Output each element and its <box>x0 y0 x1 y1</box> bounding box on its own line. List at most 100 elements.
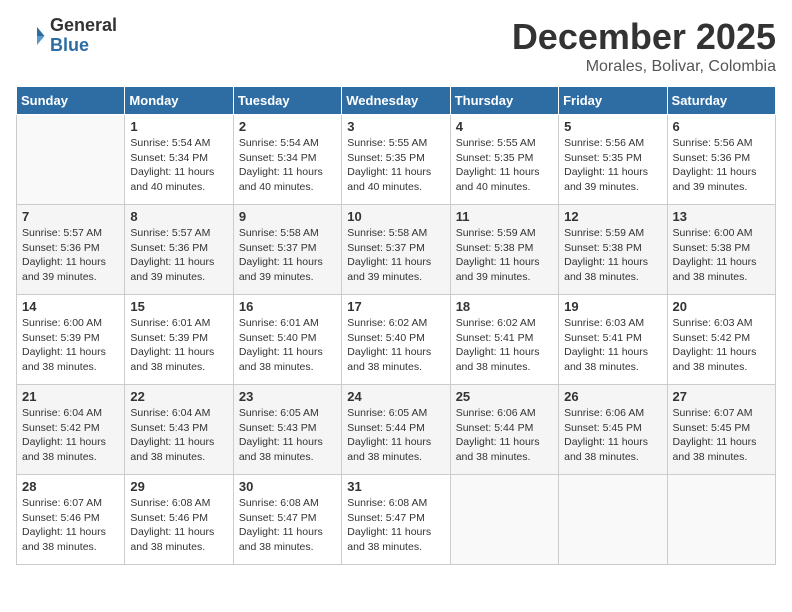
calendar-cell: 3Sunrise: 5:55 AM Sunset: 5:35 PM Daylig… <box>342 115 450 205</box>
calendar-cell <box>667 475 775 565</box>
weekday-header: Monday <box>125 87 233 115</box>
calendar-cell: 4Sunrise: 5:55 AM Sunset: 5:35 PM Daylig… <box>450 115 558 205</box>
day-info: Sunrise: 5:58 AM Sunset: 5:37 PM Dayligh… <box>239 226 336 285</box>
calendar-cell: 10 Sunrise: 5:58 AM Sunset: 5:37 PM Dayli… <box>342 205 450 295</box>
logo-blue-label: Blue <box>50 36 117 56</box>
calendar-cell: 1 Sunrise: 5:54 AM Sunset: 5:34 PM Daylig… <box>125 115 233 205</box>
calendar-body: 1 Sunrise: 5:54 AM Sunset: 5:34 PM Daylig… <box>17 115 776 565</box>
day-info: Sunrise: 6:07 AM Sunset: 5:46 PM Dayligh… <box>22 496 119 555</box>
calendar-week: 21 Sunrise: 6:04 AM Sunset: 5:42 PM Dayli… <box>17 385 776 475</box>
calendar-cell: 5Sunrise: 5:56 AM Sunset: 5:35 PM Daylig… <box>559 115 667 205</box>
day-number: 2 <box>239 119 336 134</box>
day-number: 27 <box>673 389 770 404</box>
day-info: Sunrise: 6:07 AM Sunset: 5:45 PM Dayligh… <box>673 406 770 465</box>
header: General Blue December 2025 Morales, Boli… <box>16 16 776 76</box>
calendar-cell: 15 Sunrise: 6:01 AM Sunset: 5:39 PM Dayli… <box>125 295 233 385</box>
day-number: 30 <box>239 479 336 494</box>
day-number: 5 <box>564 119 661 134</box>
day-info: Sunrise: 6:03 AM Sunset: 5:42 PM Dayligh… <box>673 316 770 375</box>
calendar-cell: 9 Sunrise: 5:58 AM Sunset: 5:37 PM Daylig… <box>233 205 341 295</box>
calendar-header: SundayMondayTuesdayWednesdayThursdayFrid… <box>17 87 776 115</box>
day-number: 12 <box>564 209 661 224</box>
calendar: SundayMondayTuesdayWednesdayThursdayFrid… <box>16 86 776 565</box>
day-number: 21 <box>22 389 119 404</box>
day-info: Sunrise: 5:58 AM Sunset: 5:37 PM Dayligh… <box>347 226 444 285</box>
title-area: December 2025 Morales, Bolivar, Colombia <box>512 16 776 76</box>
day-info: Sunrise: 6:08 AM Sunset: 5:46 PM Dayligh… <box>130 496 227 555</box>
day-info: Sunrise: 6:00 AM Sunset: 5:38 PM Dayligh… <box>673 226 770 285</box>
day-number: 8 <box>130 209 227 224</box>
calendar-cell <box>17 115 125 205</box>
logo-text: General Blue <box>50 16 117 56</box>
day-number: 18 <box>456 299 553 314</box>
calendar-cell: 18 Sunrise: 6:02 AM Sunset: 5:41 PM Dayli… <box>450 295 558 385</box>
day-number: 29 <box>130 479 227 494</box>
day-number: 19 <box>564 299 661 314</box>
day-info: Sunrise: 6:04 AM Sunset: 5:43 PM Dayligh… <box>130 406 227 465</box>
day-number: 31 <box>347 479 444 494</box>
calendar-cell: 25Sunrise: 6:06 AM Sunset: 5:44 PM Dayli… <box>450 385 558 475</box>
day-number: 23 <box>239 389 336 404</box>
day-number: 1 <box>130 119 227 134</box>
day-info: Sunrise: 5:54 AM Sunset: 5:34 PM Dayligh… <box>130 136 227 195</box>
calendar-cell: 13 Sunrise: 6:00 AM Sunset: 5:38 PM Dayli… <box>667 205 775 295</box>
day-info: Sunrise: 5:59 AM Sunset: 5:38 PM Dayligh… <box>456 226 553 285</box>
calendar-cell: 26 Sunrise: 6:06 AM Sunset: 5:45 PM Dayli… <box>559 385 667 475</box>
calendar-cell: 27 Sunrise: 6:07 AM Sunset: 5:45 PM Dayli… <box>667 385 775 475</box>
day-number: 22 <box>130 389 227 404</box>
calendar-cell: 28 Sunrise: 6:07 AM Sunset: 5:46 PM Dayli… <box>17 475 125 565</box>
weekday-header: Saturday <box>667 87 775 115</box>
calendar-cell: 20 Sunrise: 6:03 AM Sunset: 5:42 PM Dayli… <box>667 295 775 385</box>
day-info: Sunrise: 6:06 AM Sunset: 5:44 PM Dayligh… <box>456 406 553 465</box>
day-info: Sunrise: 6:01 AM Sunset: 5:40 PM Dayligh… <box>239 316 336 375</box>
day-number: 28 <box>22 479 119 494</box>
calendar-cell: 11 Sunrise: 5:59 AM Sunset: 5:38 PM Dayli… <box>450 205 558 295</box>
day-info: Sunrise: 5:57 AM Sunset: 5:36 PM Dayligh… <box>130 226 227 285</box>
day-number: 26 <box>564 389 661 404</box>
location: Morales, Bolivar, Colombia <box>512 58 776 76</box>
logo-general-label: General <box>50 16 117 36</box>
day-number: 6 <box>673 119 770 134</box>
calendar-week: 7Sunrise: 5:57 AM Sunset: 5:36 PM Daylig… <box>17 205 776 295</box>
day-number: 4 <box>456 119 553 134</box>
calendar-cell: 6 Sunrise: 5:56 AM Sunset: 5:36 PM Daylig… <box>667 115 775 205</box>
day-number: 24 <box>347 389 444 404</box>
weekday-header: Friday <box>559 87 667 115</box>
weekday-header: Sunday <box>17 87 125 115</box>
weekday-row: SundayMondayTuesdayWednesdayThursdayFrid… <box>17 87 776 115</box>
day-info: Sunrise: 6:04 AM Sunset: 5:42 PM Dayligh… <box>22 406 119 465</box>
day-info: Sunrise: 6:03 AM Sunset: 5:41 PM Dayligh… <box>564 316 661 375</box>
day-info: Sunrise: 6:02 AM Sunset: 5:40 PM Dayligh… <box>347 316 444 375</box>
day-number: 10 <box>347 209 444 224</box>
day-info: Sunrise: 5:57 AM Sunset: 5:36 PM Dayligh… <box>22 226 119 285</box>
day-info: Sunrise: 6:01 AM Sunset: 5:39 PM Dayligh… <box>130 316 227 375</box>
day-info: Sunrise: 6:06 AM Sunset: 5:45 PM Dayligh… <box>564 406 661 465</box>
weekday-header: Wednesday <box>342 87 450 115</box>
logo: General Blue <box>16 16 117 56</box>
calendar-cell: 30 Sunrise: 6:08 AM Sunset: 5:47 PM Dayli… <box>233 475 341 565</box>
day-number: 13 <box>673 209 770 224</box>
day-number: 17 <box>347 299 444 314</box>
calendar-cell: 22 Sunrise: 6:04 AM Sunset: 5:43 PM Dayli… <box>125 385 233 475</box>
day-number: 3 <box>347 119 444 134</box>
logo-icon <box>16 21 46 51</box>
day-number: 15 <box>130 299 227 314</box>
calendar-cell <box>559 475 667 565</box>
weekday-header: Thursday <box>450 87 558 115</box>
calendar-cell: 7Sunrise: 5:57 AM Sunset: 5:36 PM Daylig… <box>17 205 125 295</box>
day-number: 11 <box>456 209 553 224</box>
day-info: Sunrise: 6:05 AM Sunset: 5:43 PM Dayligh… <box>239 406 336 465</box>
day-info: Sunrise: 6:02 AM Sunset: 5:41 PM Dayligh… <box>456 316 553 375</box>
calendar-cell: 17 Sunrise: 6:02 AM Sunset: 5:40 PM Dayli… <box>342 295 450 385</box>
day-info: Sunrise: 6:00 AM Sunset: 5:39 PM Dayligh… <box>22 316 119 375</box>
day-info: Sunrise: 6:08 AM Sunset: 5:47 PM Dayligh… <box>239 496 336 555</box>
calendar-cell: 2Sunrise: 5:54 AM Sunset: 5:34 PM Daylig… <box>233 115 341 205</box>
day-info: Sunrise: 5:56 AM Sunset: 5:36 PM Dayligh… <box>673 136 770 195</box>
day-info: Sunrise: 6:05 AM Sunset: 5:44 PM Dayligh… <box>347 406 444 465</box>
day-number: 14 <box>22 299 119 314</box>
day-number: 16 <box>239 299 336 314</box>
day-number: 9 <box>239 209 336 224</box>
calendar-week: 1 Sunrise: 5:54 AM Sunset: 5:34 PM Daylig… <box>17 115 776 205</box>
calendar-cell: 8 Sunrise: 5:57 AM Sunset: 5:36 PM Daylig… <box>125 205 233 295</box>
day-number: 20 <box>673 299 770 314</box>
